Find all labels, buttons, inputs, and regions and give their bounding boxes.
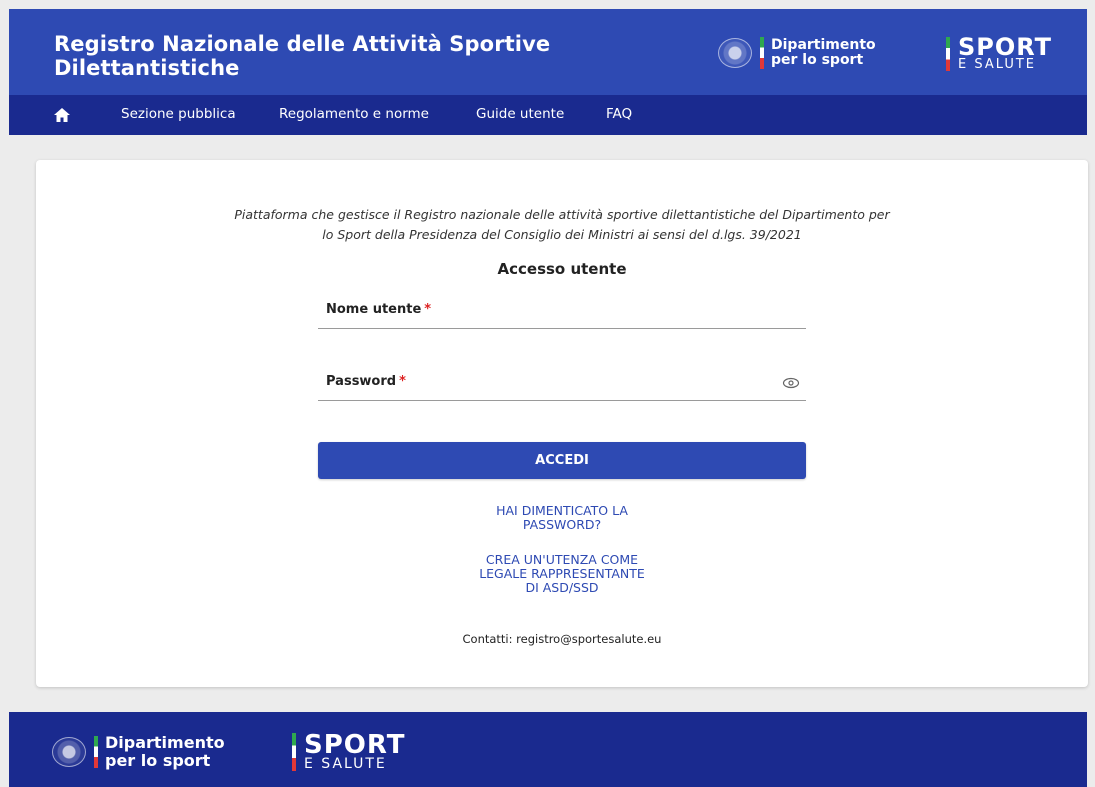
username-field: Nome utente * (318, 298, 806, 329)
site-footer: Dipartimento per lo sport SPORT E SALUTE (9, 712, 1087, 787)
dipartimento-logo-text: Dipartimento per lo sport (771, 38, 876, 68)
sport-e-salute-logo-text: SPORT E SALUTE (958, 33, 1053, 71)
platform-description-line2: lo Sport della Presidenza del Consiglio … (322, 227, 802, 242)
contact-info: Contatti: registro@sportesalute.eu (462, 632, 662, 646)
footer-dipartimento-sport-logo[interactable]: Dipartimento per lo sport (52, 734, 225, 770)
password-field: Password * (318, 370, 806, 401)
italian-flag-bar-icon (760, 37, 764, 69)
password-input[interactable] (318, 370, 782, 400)
login-button[interactable]: ACCEDI (318, 442, 806, 479)
eye-icon[interactable] (782, 376, 800, 390)
italian-flag-bar-icon (94, 736, 98, 768)
site-title: Registro Nazionale delle Attività Sporti… (54, 32, 551, 80)
forgot-password-line1: HAI DIMENTICATO LA (496, 503, 628, 518)
platform-description: Piattaforma che gestisce il Registro naz… (36, 205, 1088, 245)
forgot-password-link[interactable]: HAI DIMENTICATO LA PASSWORD? (36, 504, 1088, 532)
nav-item-faq[interactable]: FAQ (606, 106, 632, 122)
platform-description-line1: Piattaforma che gestisce il Registro naz… (234, 207, 890, 222)
dipartimento-logo-line2: per lo sport (771, 52, 864, 68)
sport-e-salute-logo[interactable]: SPORT E SALUTE (946, 33, 1053, 71)
italian-republic-emblem-icon (52, 737, 86, 767)
login-card: Piattaforma che gestisce il Registro naz… (36, 160, 1088, 687)
create-account-line2: LEGALE RAPPRESENTANTE (479, 566, 645, 581)
footer-sport-e-salute-logo[interactable]: SPORT E SALUTE (292, 730, 406, 771)
dipartimento-logo-line1: Dipartimento (771, 37, 876, 53)
footer-dipartimento-line1: Dipartimento (105, 733, 225, 752)
footer-sport-e-salute-logo-text: SPORT E SALUTE (304, 730, 406, 771)
italian-flag-bar-icon (292, 733, 296, 771)
create-account-line1: CREA UN'UTENZA COME (485, 552, 639, 567)
nav-item-regolamento-e-norme[interactable]: Regolamento e norme (279, 106, 429, 122)
site-header: Registro Nazionale delle Attività Sporti… (9, 9, 1087, 95)
home-icon[interactable] (52, 105, 72, 125)
nav-item-guide-utente[interactable]: Guide utente (476, 106, 564, 122)
nav-item-sezione-pubblica[interactable]: Sezione pubblica (121, 106, 236, 122)
sport-logo-line1: SPORT (958, 33, 1053, 61)
create-legal-rep-account-link[interactable]: CREA UN'UTENZA COME LEGALE RAPPRESENTANT… (36, 553, 1088, 595)
dipartimento-sport-logo[interactable]: Dipartimento per lo sport (718, 37, 876, 69)
italian-republic-emblem-icon (718, 38, 752, 68)
footer-dipartimento-logo-text: Dipartimento per lo sport (105, 734, 225, 770)
footer-sport-line1: SPORT (304, 730, 406, 760)
username-input[interactable] (318, 298, 782, 328)
forgot-password-line2: PASSWORD? (522, 517, 602, 532)
italian-flag-bar-icon (946, 36, 950, 71)
login-title: Accesso utente (497, 260, 627, 278)
create-account-line3: DI ASD/SSD (525, 580, 599, 595)
footer-dipartimento-line2: per lo sport (105, 751, 211, 770)
main-navigation: Sezione pubblica Regolamento e norme Gui… (9, 95, 1087, 135)
